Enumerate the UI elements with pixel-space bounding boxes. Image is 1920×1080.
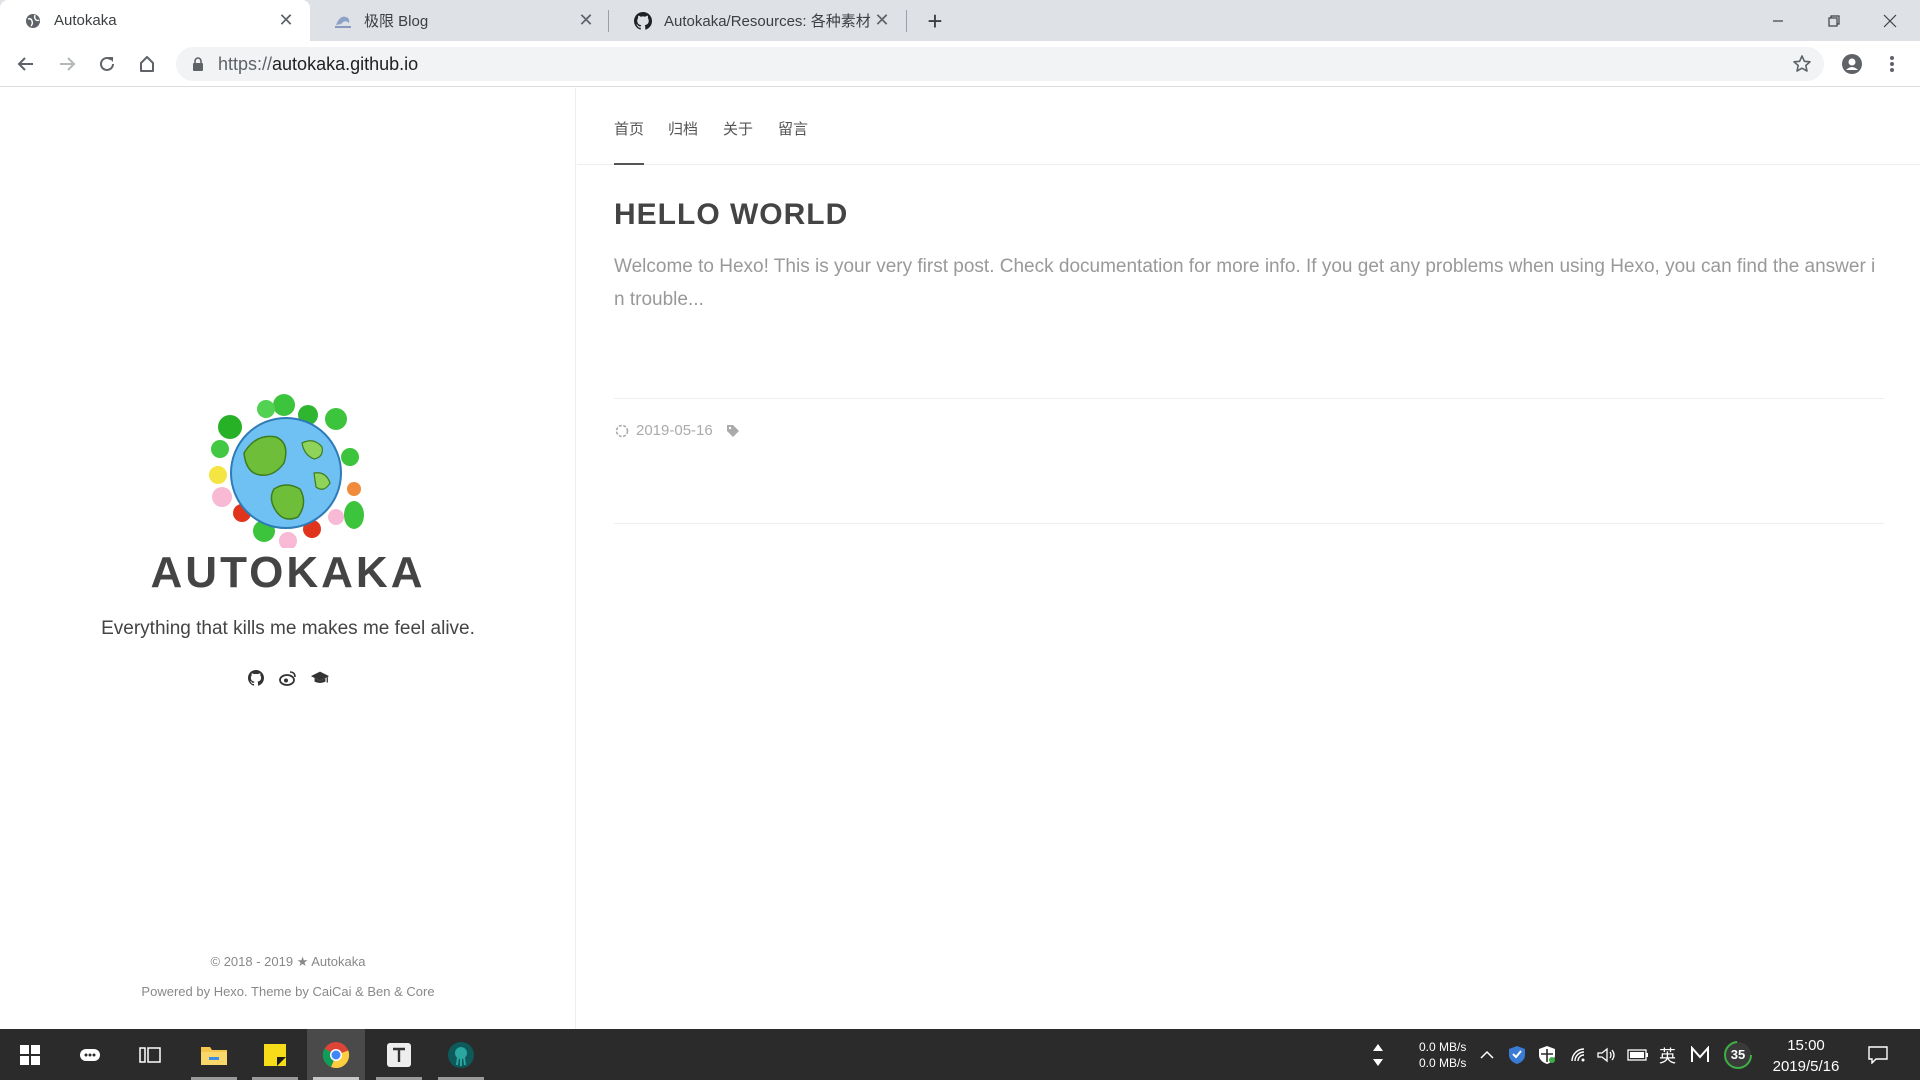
weibo-icon[interactable]	[278, 668, 298, 688]
nav-item-about[interactable]: 关于	[723, 118, 753, 139]
minimize-button[interactable]	[1750, 0, 1806, 41]
close-tab-icon[interactable]: ✕	[576, 10, 596, 31]
tab-jixian-blog[interactable]: 极限 Blog ✕	[310, 0, 610, 41]
forward-button[interactable]	[51, 48, 83, 80]
show-hidden-icons-chevron-icon[interactable]	[1479, 1029, 1495, 1080]
sticky-notes-icon[interactable]	[246, 1029, 304, 1080]
github-icon	[634, 11, 652, 30]
pagination-divider	[614, 523, 1884, 524]
wifi-icon[interactable]	[1570, 1029, 1590, 1080]
post-excerpt: Welcome to Hexo! This is your very first…	[614, 256, 1876, 310]
action-center-icon[interactable]	[1868, 1029, 1888, 1080]
back-button[interactable]	[10, 48, 42, 80]
gmail-m-icon[interactable]	[1690, 1029, 1710, 1080]
browser-toolbar: https://autokaka.github.io	[0, 41, 1920, 87]
url-text: https://autokaka.github.io	[218, 53, 419, 74]
notification-badge[interactable]: 35	[1724, 1029, 1752, 1080]
post-title[interactable]: HELLO WORLD	[614, 198, 1884, 232]
tab-autokaka[interactable]: Autokaka ✕	[0, 0, 310, 41]
tab-separator	[906, 10, 907, 32]
browser-tab-bar: Autokaka ✕ 极限 Blog ✕ Autokaka/Resources:…	[0, 0, 1920, 41]
tab-title: 极限 Blog	[364, 13, 429, 30]
tab-title: Autokaka/Resources: 各种素材	[664, 13, 871, 30]
lock-icon[interactable]	[192, 56, 208, 72]
clock-date: 2019/5/16	[1772, 1058, 1840, 1075]
task-view-icon[interactable]	[132, 1037, 168, 1073]
address-bar[interactable]: https://autokaka.github.io	[176, 47, 1824, 81]
calendar-icon	[614, 423, 630, 439]
tag-icon[interactable]	[725, 423, 741, 439]
nav-item-archive[interactable]: 归档	[668, 118, 698, 139]
security-shield-icon[interactable]	[1538, 1029, 1556, 1080]
blog-favicon-icon	[334, 12, 352, 30]
typora-icon[interactable]	[370, 1029, 428, 1080]
badge-count: 35	[1730, 1047, 1746, 1062]
tab-title: Autokaka	[54, 12, 117, 29]
system-clock[interactable]: 15:00 2019/5/16	[1760, 1035, 1852, 1077]
windows-taskbar: 0.0 MB/s 0.0 MB/s 英 35 15:00 2019/5/16	[0, 1029, 1920, 1080]
upload-speed: 0.0 MB/s	[1419, 1040, 1467, 1054]
new-tab-button[interactable]: +	[920, 6, 950, 36]
volume-icon[interactable]	[1597, 1029, 1617, 1080]
tab-separator	[608, 10, 609, 32]
close-window-button[interactable]	[1862, 0, 1918, 41]
windows-start-icon[interactable]	[12, 1037, 48, 1073]
site-title[interactable]: AUTOKAKA	[0, 548, 576, 598]
profile-avatar-icon[interactable]	[1836, 48, 1868, 80]
reload-button[interactable]	[91, 48, 123, 80]
chrome-icon[interactable]	[307, 1029, 365, 1080]
post-card: HELLO WORLD Welcome to Hexo! This is you…	[614, 198, 1884, 439]
globe-icon	[24, 12, 42, 30]
avatar[interactable]	[204, 393, 364, 550]
nav-item-home[interactable]: 首页	[614, 118, 644, 139]
main-nav: 首页 归档 关于 留言	[577, 88, 1920, 165]
sidebar: AUTOKAKA Everything that kills me makes …	[0, 88, 576, 1029]
battery-icon[interactable]	[1627, 1029, 1649, 1080]
post-divider	[614, 398, 1884, 399]
file-explorer-icon[interactable]	[185, 1029, 243, 1080]
gitkraken-icon[interactable]	[432, 1029, 490, 1080]
restore-button[interactable]	[1806, 0, 1862, 41]
bookmark-star-icon[interactable]	[1792, 54, 1812, 74]
input-method-indicator[interactable]: 英	[1659, 1029, 1676, 1080]
cortana-icon[interactable]	[72, 1037, 108, 1073]
tab-github-resources[interactable]: Autokaka/Resources: 各种素材 ✕	[610, 0, 906, 41]
powered-by-text: Powered by Hexo. Theme by CaiCai & Ben &…	[141, 984, 435, 999]
web-page: AUTOKAKA Everything that kills me makes …	[0, 88, 1920, 1029]
post-meta: 2019-05-16	[614, 422, 747, 439]
close-tab-icon[interactable]: ✕	[276, 10, 296, 31]
home-button[interactable]	[131, 48, 163, 80]
graduation-cap-icon[interactable]	[310, 668, 330, 688]
social-links	[0, 668, 576, 688]
network-speed: 0.0 MB/s 0.0 MB/s	[1419, 1039, 1466, 1071]
hexo-link[interactable]: Hexo	[214, 984, 244, 999]
close-tab-icon[interactable]: ✕	[872, 10, 892, 31]
github-icon[interactable]	[246, 668, 266, 688]
clock-time: 15:00	[1787, 1037, 1825, 1054]
site-description: Everything that kills me makes me feel a…	[101, 618, 475, 639]
nav-item-guestbook[interactable]: 留言	[778, 118, 808, 139]
shield-icon[interactable]	[1508, 1029, 1526, 1080]
nav-active-indicator	[614, 163, 644, 165]
download-speed: 0.0 MB/s	[1419, 1056, 1467, 1070]
more-menu-icon[interactable]	[1876, 48, 1908, 80]
theme-link[interactable]: CaiCai & Ben & Core	[312, 984, 434, 999]
copyright-text: © 2018 - 2019 ★ Autokaka	[210, 954, 366, 969]
post-date: 2019-05-16	[636, 422, 713, 439]
network-speed-arrows-icon[interactable]	[1372, 1029, 1384, 1080]
